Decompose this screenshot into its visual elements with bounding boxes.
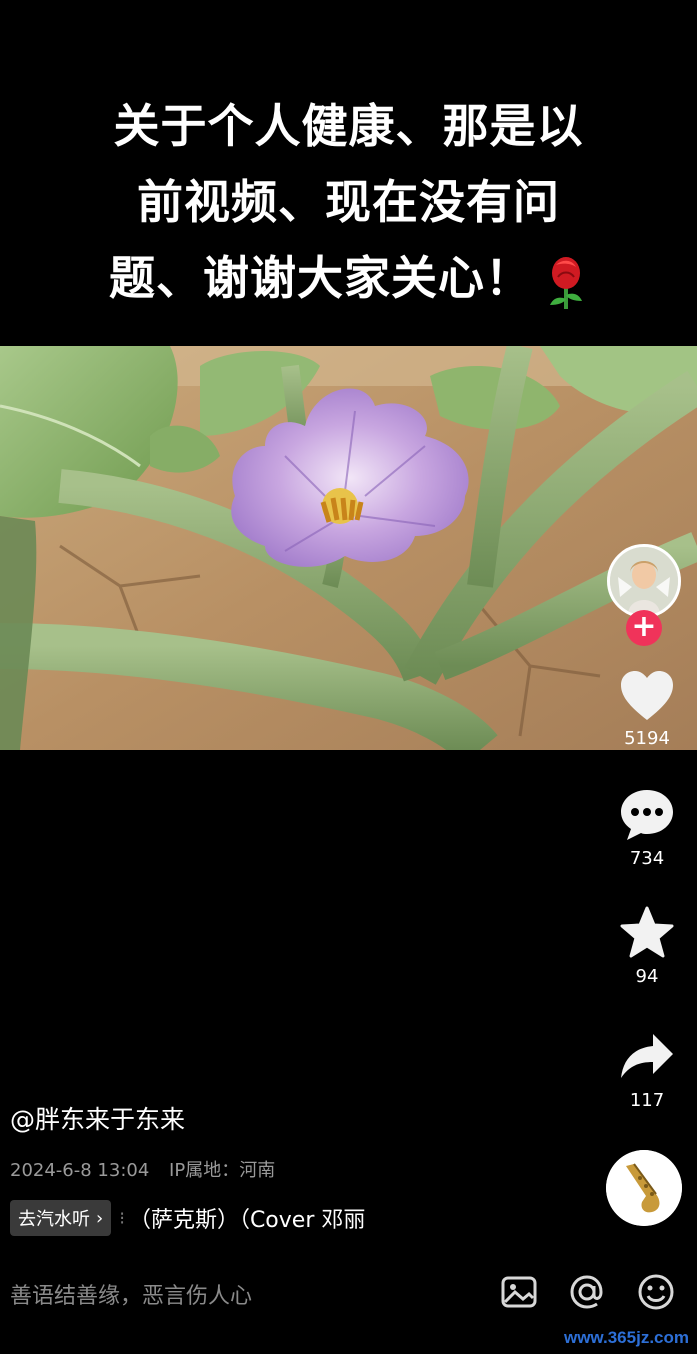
favorite-count: 94 bbox=[635, 966, 659, 987]
plus-icon: + bbox=[631, 609, 657, 644]
author-name[interactable]: @胖东来于东来 bbox=[10, 1100, 570, 1136]
ip-location: IP属地：河南 bbox=[169, 1160, 276, 1181]
caption-line-3-wrap: 题、谢谢大家关心！ bbox=[0, 240, 697, 316]
music-disc[interactable] bbox=[606, 1150, 682, 1226]
comment-action[interactable]: 734 bbox=[597, 788, 697, 869]
listen-button-label: 去汽水听 bbox=[18, 1209, 90, 1230]
like-count: 5194 bbox=[624, 728, 670, 749]
share-icon bbox=[621, 1034, 673, 1078]
saxophone-icon bbox=[606, 1150, 682, 1226]
caption-line-3: 题、谢谢大家关心！ bbox=[109, 251, 532, 305]
listen-in-qishui-button[interactable]: 去汽水听 › bbox=[10, 1200, 112, 1236]
rose-icon bbox=[550, 256, 582, 309]
comment-count: 734 bbox=[629, 848, 665, 869]
like-action[interactable]: 5194 bbox=[597, 670, 697, 749]
chevron-right-icon: › bbox=[96, 1207, 104, 1229]
share-count: 117 bbox=[629, 1090, 665, 1111]
music-row: 去汽水听 › ⁝ （萨克斯）（Cover 邓丽 bbox=[10, 1200, 570, 1236]
caption-line-2: 前视频、现在没有问 bbox=[137, 175, 560, 229]
video-frame[interactable] bbox=[0, 346, 697, 750]
music-note-icon: ⁝ bbox=[119, 1207, 125, 1229]
image-icon[interactable] bbox=[499, 1272, 539, 1312]
share-action[interactable]: 117 bbox=[597, 1030, 697, 1111]
emoji-icon[interactable] bbox=[636, 1272, 676, 1312]
at-icon[interactable] bbox=[567, 1272, 607, 1312]
author-avatar[interactable] bbox=[607, 544, 681, 618]
video-info: @胖东来于东来 2024-6-8 13:04 IP属地：河南 去汽水听 › ⁝ … bbox=[10, 1100, 570, 1236]
star-icon bbox=[620, 906, 674, 958]
post-date: 2024-6-8 13:04 bbox=[10, 1160, 150, 1181]
favorite-action[interactable]: 94 bbox=[597, 906, 697, 987]
comment-bar: 善语结善缘，恶言伤人心 bbox=[0, 1262, 697, 1322]
comment-input[interactable]: 善语结善缘，恶言伤人心 bbox=[10, 1278, 252, 1310]
video-caption: 关于个人健康、那是以 前视频、现在没有问 题、谢谢大家关心！ bbox=[0, 88, 697, 316]
avatar-image bbox=[610, 547, 678, 615]
music-title[interactable]: （萨克斯）（Cover 邓丽 bbox=[129, 1202, 399, 1234]
comment-icon bbox=[621, 790, 673, 840]
follow-button[interactable]: + bbox=[626, 610, 662, 646]
caption-line-1: 关于个人健康、那是以 bbox=[113, 99, 584, 153]
post-meta: 2024-6-8 13:04 IP属地：河南 bbox=[10, 1156, 570, 1182]
action-rail: + 5194 734 94 117 bbox=[597, 0, 697, 1354]
heart-icon bbox=[621, 671, 673, 720]
eggplant-flower-image bbox=[0, 346, 697, 750]
site-watermark: www.365jz.com bbox=[563, 1328, 689, 1347]
